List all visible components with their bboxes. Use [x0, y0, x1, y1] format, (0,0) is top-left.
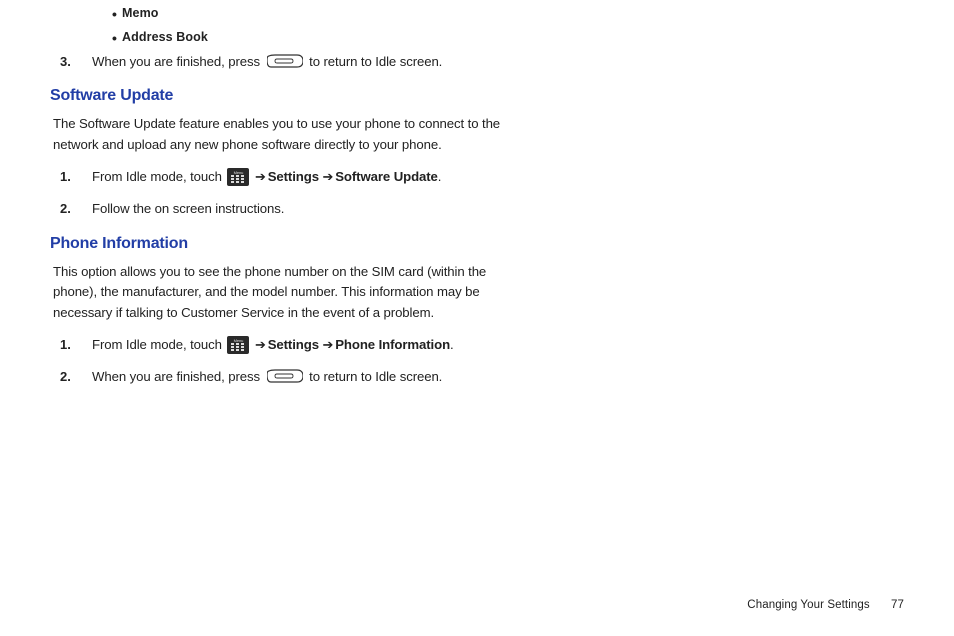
step-number: 2.	[60, 365, 92, 389]
heading-software-update: Software Update	[50, 87, 510, 105]
pi-step-2: 2. When you are finished, press to retur…	[50, 365, 510, 389]
settings-label: Settings	[268, 337, 319, 352]
step-text: From Idle mode, touch ➔ Settings ➔ Softw…	[92, 165, 510, 189]
text-after: to return to Idle screen.	[309, 54, 442, 69]
arrow-icon: ➔	[323, 337, 336, 352]
text-after: to return to Idle screen.	[309, 369, 442, 384]
arrow-icon: ➔	[255, 337, 268, 352]
period: .	[438, 169, 442, 184]
software-update-steps: 1. From Idle mode, touch ➔ Settings ➔ So…	[50, 165, 510, 221]
page-footer: Changing Your Settings 77	[747, 599, 904, 611]
su-step-2: 2. Follow the on screen instructions.	[50, 197, 510, 221]
text-before: When you are finished, press	[92, 54, 264, 69]
heading-phone-info: Phone Information	[50, 235, 510, 253]
step-number: 1.	[60, 333, 92, 357]
step-number: 1.	[60, 165, 92, 189]
step-text: From Idle mode, touch ➔ Settings ➔ Phone…	[92, 333, 510, 357]
bullet-address-book: Address Book	[122, 26, 510, 50]
step-3: 3. When you are finished, press to retur…	[50, 50, 510, 74]
bullet-memo: Memo	[122, 2, 510, 26]
step-number: 3.	[60, 50, 92, 74]
menu-icon	[227, 336, 249, 354]
footer-section-label: Changing Your Settings	[747, 599, 869, 611]
text-before: From Idle mode, touch	[92, 169, 225, 184]
settings-label: Settings	[268, 169, 319, 184]
period: .	[450, 337, 454, 352]
arrow-icon: ➔	[255, 169, 268, 184]
su-step-1: 1. From Idle mode, touch ➔ Settings ➔ So…	[50, 165, 510, 189]
menu-icon	[227, 168, 249, 186]
arrow-icon: ➔	[323, 169, 336, 184]
sub-bullet-list: Memo Address Book	[50, 2, 510, 50]
step-text: Follow the on screen instructions.	[92, 197, 510, 221]
text-before: From Idle mode, touch	[92, 337, 225, 352]
target-label: Phone Information	[335, 337, 450, 352]
software-update-body: The Software Update feature enables you …	[50, 114, 510, 155]
document-content: Memo Address Book 3. When you are finish…	[50, 0, 510, 389]
continued-steps: 3. When you are finished, press to retur…	[50, 50, 510, 74]
pi-step-1: 1. From Idle mode, touch ➔ Settings ➔ Ph…	[50, 333, 510, 357]
text-before: When you are finished, press	[92, 369, 264, 384]
end-key-icon	[267, 53, 303, 69]
step-number: 2.	[60, 197, 92, 221]
target-label: Software Update	[335, 169, 438, 184]
page-number: 77	[891, 599, 904, 611]
step-text: When you are finished, press to return t…	[92, 50, 510, 74]
step-text: When you are finished, press to return t…	[92, 365, 510, 389]
end-key-icon	[267, 368, 303, 384]
phone-info-steps: 1. From Idle mode, touch ➔ Settings ➔ Ph…	[50, 333, 510, 389]
phone-info-body: This option allows you to see the phone …	[50, 262, 510, 323]
